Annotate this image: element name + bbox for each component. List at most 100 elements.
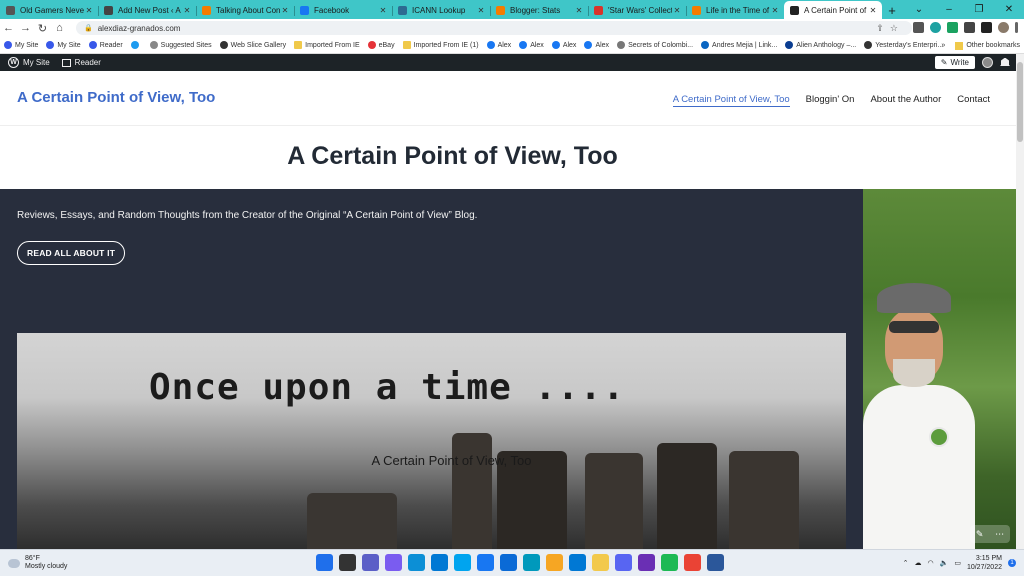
taskbar-app-icon[interactable] (684, 554, 701, 571)
taskbar-app-icon[interactable] (408, 554, 425, 571)
browser-tab[interactable]: Facebook ✕ (294, 2, 392, 19)
write-button[interactable]: ✎ Write (934, 56, 975, 69)
address-bar[interactable]: 🔒 alexdiaz-granados.com ⇪☆ (76, 21, 912, 35)
puzzle-icon[interactable] (964, 22, 975, 33)
scrollbar-thumb[interactable] (1017, 62, 1023, 142)
lock-icon[interactable]: 🔒 (84, 24, 93, 32)
minimize-icon[interactable]: – (934, 0, 964, 19)
other-bookmarks[interactable]: » Other bookmarks (941, 37, 1020, 53)
tab-close-icon[interactable]: ✕ (574, 6, 584, 15)
sidebar-icon[interactable] (981, 22, 992, 33)
tab-close-icon[interactable]: ✕ (84, 6, 94, 15)
share-and-star-icons[interactable]: ⇪☆ (876, 23, 904, 34)
nav-link[interactable]: A Certain Point of View, Too (672, 94, 790, 107)
browser-tab[interactable]: ICANN Lookup ✕ (392, 2, 490, 19)
taskbar-app-icon[interactable] (523, 554, 540, 571)
reader-link[interactable]: Reader (61, 58, 101, 67)
taskbar-app-icon[interactable] (454, 554, 471, 571)
back-icon[interactable]: ← (0, 22, 17, 34)
image-tools[interactable]: ✎ ⋯ (970, 525, 1010, 543)
bookmark-item[interactable]: eBay (367, 41, 395, 49)
taskbar-app-icon[interactable] (592, 554, 609, 571)
user-avatar[interactable] (982, 57, 993, 68)
volume-icon[interactable]: 🔈 (940, 559, 949, 567)
bookmarks-overflow[interactable]: » (941, 42, 945, 49)
bookmark-item[interactable]: Imported From IE (294, 41, 360, 49)
tab-close-icon[interactable]: ✕ (868, 6, 878, 15)
bookmark-item[interactable]: Alex (486, 41, 511, 49)
browser-tab[interactable]: 'Star Wars' Collectible...✕ (588, 2, 686, 19)
nav-link[interactable]: Contact (957, 94, 990, 107)
bookmark-item[interactable]: Reader (88, 41, 123, 49)
forward-icon[interactable]: → (17, 22, 34, 34)
nav-link[interactable]: Bloggin' On (806, 94, 855, 107)
taskbar-app-icon[interactable] (661, 554, 678, 571)
extension-icon[interactable] (913, 22, 924, 33)
bookmark-item[interactable]: Yesterday's Enterpri... (864, 41, 943, 49)
read-all-about-it-button[interactable]: READ ALL ABOUT IT (17, 241, 126, 265)
tab-close-icon[interactable]: ✕ (378, 6, 388, 15)
taskbar-app-icon[interactable] (569, 554, 586, 571)
bookmark-item[interactable]: Alex (519, 41, 544, 49)
battery-icon[interactable]: ▭ (954, 559, 961, 567)
browser-tab[interactable]: A Certain Point of Vie...✕ (784, 1, 882, 19)
taskbar-app-icon[interactable] (339, 554, 356, 571)
bookmark-item[interactable]: My Site (46, 41, 81, 49)
taskbar-app-icon[interactable] (638, 554, 655, 571)
bookmark-item[interactable]: Imported From IE (1) (402, 41, 479, 49)
taskbar-app-icon[interactable] (615, 554, 632, 571)
browser-tab[interactable]: Blogger: Stats ✕ (490, 2, 588, 19)
taskbar-app-icon[interactable] (385, 554, 402, 571)
bookmark-item[interactable]: Alex (584, 41, 609, 49)
bookmark-item[interactable]: Alien Anthology –... (785, 41, 856, 49)
clock[interactable]: 3:15 PM 10/27/2022 (967, 554, 1002, 572)
taskbar-app-icon[interactable] (316, 554, 333, 571)
site-title[interactable]: A Certain Point of View, Too (17, 89, 215, 106)
browser-tab[interactable]: Old Gamers Never Di...✕ (0, 2, 98, 19)
browser-tab[interactable]: Life in the Time of Co...✕ (686, 2, 784, 19)
new-tab-button[interactable]: + (882, 2, 902, 19)
taskbar-app-icon[interactable] (500, 554, 517, 571)
tab-close-icon[interactable]: ✕ (770, 6, 780, 15)
browser-tab[interactable]: Talking About Conser...✕ (196, 2, 294, 19)
tab-close-icon[interactable]: ✕ (182, 6, 192, 15)
taskbar-app-icon[interactable] (477, 554, 494, 571)
cloud-tray-icon[interactable]: ☁ (915, 559, 922, 567)
photo-sunglasses (889, 321, 939, 333)
tray-chevron-icon[interactable]: ⌃ (903, 559, 909, 567)
taskbar-app-icon[interactable] (707, 554, 724, 571)
bookmark-item[interactable]: Suggested Sites (149, 41, 212, 49)
tab-close-icon[interactable]: ✕ (672, 6, 682, 15)
tab-search-icon[interactable]: ⌄ (904, 0, 934, 19)
restore-icon[interactable]: ❐ (964, 0, 994, 19)
bookmark-item[interactable]: Andres Mejia | Link... (701, 41, 777, 49)
taskbar-app-icon[interactable] (546, 554, 563, 571)
my-site-link[interactable]: W My Site (8, 57, 50, 68)
edit-pencil-icon[interactable]: ✎ (976, 529, 984, 540)
taskbar-app-icon[interactable] (431, 554, 448, 571)
wifi-icon[interactable]: ◠ (928, 559, 934, 567)
bookmark-item[interactable]: Alex (551, 41, 576, 49)
notifications-icon[interactable] (1000, 57, 1010, 66)
tab-close-icon[interactable]: ✕ (476, 6, 486, 15)
bookmark-item[interactable] (130, 41, 142, 49)
reload-icon[interactable]: ↻ (34, 22, 51, 35)
more-options-icon[interactable]: ⋯ (995, 529, 1004, 540)
profile-avatar[interactable] (998, 22, 1009, 33)
nav-link[interactable]: About the Author (870, 94, 941, 107)
browser-tab[interactable]: Add New Post ‹ A Cer...✕ (98, 2, 196, 19)
extension-icon[interactable] (947, 22, 958, 33)
bookmark-item[interactable]: My Site (4, 41, 38, 49)
photo-badge (929, 427, 949, 447)
tab-close-icon[interactable]: ✕ (280, 6, 290, 15)
taskbar-app-icon[interactable] (362, 554, 379, 571)
bookmark-item[interactable]: Web Slice Gallery (219, 41, 286, 49)
weather-widget[interactable]: 86°F Mostly cloudy (8, 555, 67, 571)
page-scrollbar[interactable] (1016, 54, 1024, 549)
close-window-icon[interactable]: ✕ (994, 0, 1024, 19)
notification-badge[interactable]: 1 (1008, 559, 1016, 567)
menu-icon[interactable] (1015, 22, 1018, 33)
grammarly-icon[interactable] (930, 22, 941, 33)
bookmark-item[interactable]: Secrets of Colombi... (617, 41, 693, 49)
home-icon[interactable]: ⌂ (51, 22, 68, 34)
